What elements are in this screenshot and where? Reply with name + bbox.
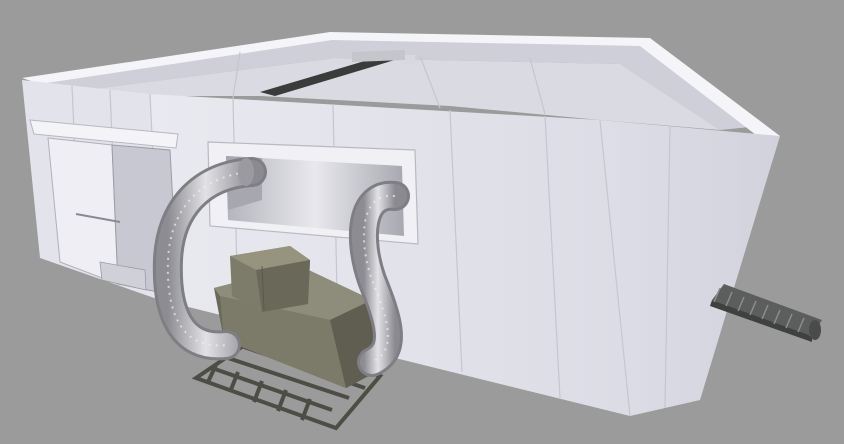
cold-room-scene	[0, 0, 844, 444]
